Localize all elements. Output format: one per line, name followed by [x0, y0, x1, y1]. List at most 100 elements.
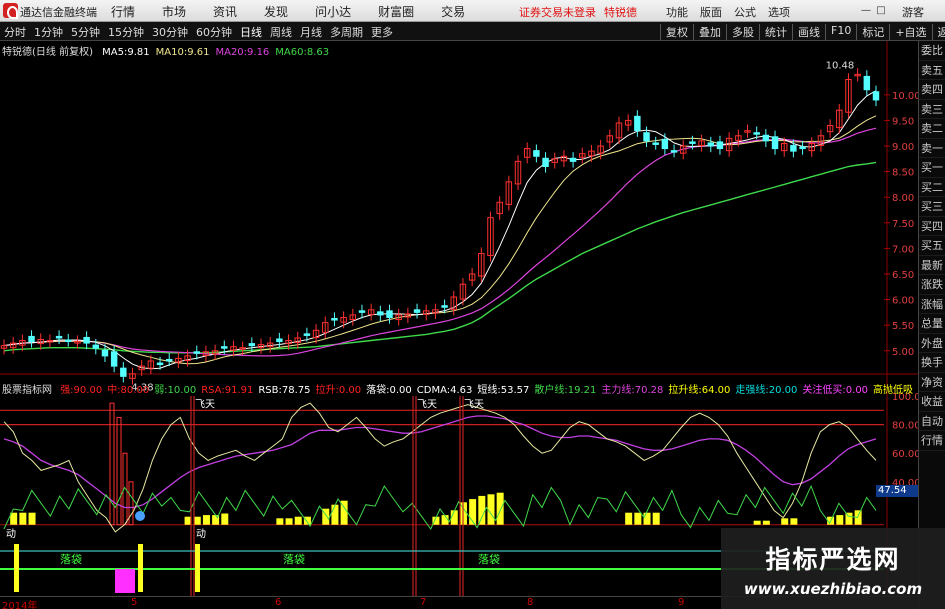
main-menu: 行情 市场 资讯 发现 问小达 财富圈 交易 — [111, 3, 492, 20]
menu-item[interactable]: 资讯 — [213, 3, 237, 20]
menu-item[interactable]: 发现 — [264, 3, 288, 20]
indicator-value: 落袋:0.00 — [366, 385, 412, 396]
sidebar-tab[interactable]: 买一 — [919, 158, 945, 178]
current-value-badge: 47.54 — [876, 485, 918, 497]
maximize-icon[interactable]: □ — [875, 6, 887, 16]
period-tab[interactable]: 30分钟 — [152, 24, 188, 40]
indicator-value: 关注低买:0.00 — [802, 385, 869, 396]
sidebar-tab[interactable]: 买四 — [919, 217, 945, 236]
pull-spike — [109, 402, 115, 526]
sidebar-tab[interactable]: 涨幅 — [919, 295, 945, 314]
signal-bar — [496, 492, 504, 525]
menu-item[interactable]: 功能 — [666, 4, 688, 20]
period-tab[interactable]: 1分钟 — [34, 24, 63, 40]
login-notice[interactable]: 证券交易未登录 特锐德 — [519, 4, 637, 20]
date-label: 5 — [131, 597, 138, 608]
sidebar-tab[interactable]: 换手 — [919, 353, 945, 373]
sidebar-tab[interactable]: 净资 — [919, 373, 945, 392]
sidebar-tab[interactable]: 自动 — [919, 412, 945, 431]
date-label: 7 — [420, 597, 427, 608]
tool-button[interactable]: 统计 — [759, 24, 792, 40]
minimize-icon[interactable]: — — [860, 6, 872, 16]
sidebar-tab[interactable]: 卖三 — [919, 100, 945, 119]
fly-label: 飞天 — [195, 399, 215, 410]
indicator-legend: 股票指标网 强:90.00 中:80.00 弱:10.00 RSA:91.91 RSB:… — [2, 381, 918, 396]
period-tab[interactable]: 月线 — [300, 24, 322, 40]
candle-body — [165, 358, 173, 362]
signal-bar — [28, 512, 36, 525]
sidebar-tab[interactable]: 买二 — [919, 178, 945, 197]
ma60-line — [3, 161, 877, 354]
tool-button[interactable]: 叠加 — [693, 24, 726, 40]
signal-bar — [294, 516, 302, 525]
watermark-url: www.xuezhibiao.com — [743, 580, 923, 598]
candle-body — [83, 336, 90, 344]
candle-body — [193, 351, 200, 354]
candle-body — [120, 367, 127, 377]
tool-button[interactable]: 返回 — [931, 24, 945, 40]
candle-body — [303, 333, 311, 336]
price-tick-label: 6.00 — [892, 296, 914, 307]
period-tab[interactable]: 5分钟 — [71, 24, 100, 40]
sidebar-tab[interactable]: 行情 — [919, 431, 945, 451]
menu-item[interactable]: 问小达 — [315, 3, 351, 20]
tool-button[interactable]: F10 — [825, 24, 856, 40]
menu-item[interactable]: 行情 — [111, 3, 135, 20]
stock-title: 特锐德(日线 前复权) — [2, 47, 93, 58]
period-tab[interactable]: 15分钟 — [108, 24, 144, 40]
sidebar-tab[interactable]: 最新 — [919, 256, 945, 275]
indicator-value: 散户线:19.21 — [534, 385, 597, 396]
price-tick-label: 8.50 — [892, 168, 914, 179]
sidebar-tab[interactable]: 买五 — [919, 236, 945, 256]
period-tab[interactable]: 60分钟 — [196, 24, 232, 40]
move-label: 动 — [6, 528, 16, 540]
tool-button[interactable]: 复权 — [660, 24, 693, 40]
ma-values: MA5:9.81 MA10:9.61 MA20:9.16 MA60:8.63 — [102, 47, 335, 58]
low-buy-marker — [14, 544, 19, 592]
period-tabs: 分时 1分钟 5分钟 15分钟 30分钟 60分钟 日线 周线 月线 多周期 更多 — [4, 24, 401, 40]
tool-button[interactable]: +自选 — [889, 24, 931, 40]
signal-bar — [762, 520, 770, 525]
signal-bar — [193, 516, 201, 525]
date-label: 2014年 — [2, 601, 38, 609]
tool-button[interactable]: 画线 — [792, 24, 825, 40]
candle-body — [248, 343, 256, 347]
trading-terminal: 通达信金融终端 行情 市场 资讯 发现 问小达 财富圈 交易 证券交易未登录 特锐… — [0, 0, 945, 609]
sidebar-tab[interactable]: 卖五 — [919, 61, 945, 80]
sidebar-tab[interactable]: 委比 — [919, 41, 945, 61]
menu-item[interactable]: 财富圈 — [378, 3, 414, 20]
menu-item[interactable]: 版面 — [700, 4, 722, 20]
price-tick-label: 10.00 — [892, 91, 918, 102]
period-tab[interactable]: 多周期 — [330, 24, 363, 40]
chart-area[interactable]: 10.00 9.50 9.00 8.50 8.00 7.50 7.00 6.50 6.00 5.5… — [0, 41, 918, 596]
price-tick-label: 6.50 — [892, 270, 914, 281]
tool-button[interactable]: 多股 — [726, 24, 759, 40]
sidebar-tab[interactable]: 卖二 — [919, 119, 945, 139]
menu-item[interactable]: 市场 — [162, 3, 186, 20]
candle-body — [762, 134, 770, 142]
sidebar-tab[interactable]: 涨跌 — [919, 275, 945, 295]
sidebar-tab[interactable]: 总量 — [919, 314, 945, 334]
sidebar-tab[interactable]: 买三 — [919, 197, 945, 217]
period-tab[interactable]: 周线 — [270, 24, 292, 40]
indicator-name: 股票指标网 — [2, 385, 52, 396]
price-tick-label: 5.00 — [892, 347, 914, 358]
pull-spike — [116, 416, 122, 526]
sidebar-tab[interactable]: 外盘 — [919, 334, 945, 353]
period-tab[interactable]: 日线 — [240, 24, 262, 40]
guest-label[interactable]: 游客 — [902, 4, 924, 20]
sidebar-tab[interactable]: 卖一 — [919, 139, 945, 158]
candle-body — [661, 138, 669, 150]
period-tab[interactable]: 分时 — [4, 24, 26, 40]
sidebar-tab[interactable]: 收益 — [919, 392, 945, 412]
period-tab[interactable]: 更多 — [371, 24, 393, 40]
menu-item[interactable]: 公式 — [734, 4, 756, 20]
app-title: 通达信金融终端 — [20, 6, 97, 19]
signal-bar — [625, 512, 633, 525]
sidebar-tab[interactable]: 卖四 — [919, 80, 945, 100]
drop-label: 落袋 — [283, 552, 305, 566]
date-label: 8 — [527, 597, 534, 608]
menu-item[interactable]: 交易 — [441, 3, 465, 20]
tool-button[interactable]: 标记 — [856, 24, 889, 40]
menu-item[interactable]: 选项 — [768, 4, 790, 20]
